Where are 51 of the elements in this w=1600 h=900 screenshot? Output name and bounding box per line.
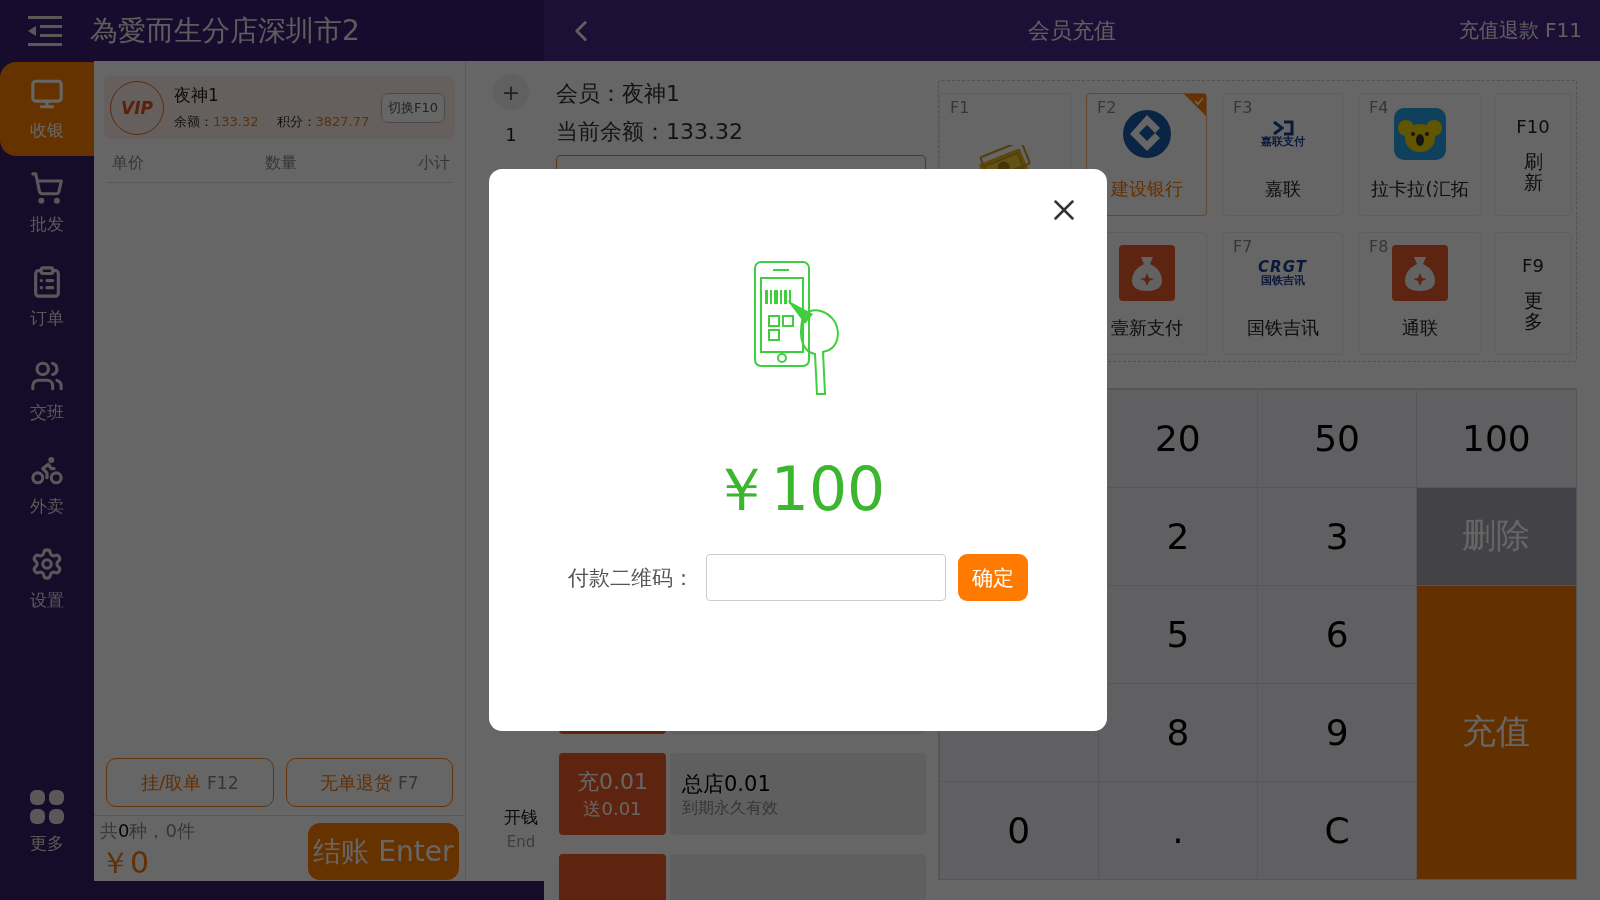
keypad-key[interactable]: 3 bbox=[1257, 486, 1418, 586]
keypad-key[interactable]: 9 bbox=[1257, 682, 1418, 782]
nav-item[interactable]: 设置 bbox=[0, 532, 94, 626]
nav-item[interactable]: 收银 bbox=[0, 62, 94, 156]
side-tile[interactable]: F9 更多 bbox=[1494, 232, 1572, 355]
index-number: 1 bbox=[505, 124, 517, 145]
switch-button[interactable]: 切换F10 bbox=[380, 92, 445, 123]
cart-icon bbox=[30, 170, 64, 205]
koala-icon bbox=[1394, 108, 1446, 160]
check-corner-icon bbox=[1184, 94, 1206, 116]
balance-label: 当前余额：133.32 bbox=[556, 118, 744, 146]
nav-item[interactable]: 交班 bbox=[0, 344, 94, 438]
confirm-button[interactable]: 确定 bbox=[958, 554, 1028, 601]
keypad-key[interactable]: 100 bbox=[1416, 388, 1577, 488]
keypad-key[interactable]: 充值 bbox=[1416, 584, 1577, 880]
page-title: 会员充值 bbox=[1028, 16, 1116, 45]
nav-item[interactable]: 订单 bbox=[0, 250, 94, 344]
settings-icon bbox=[30, 546, 64, 581]
keypad-key[interactable]: 50 bbox=[1257, 388, 1418, 488]
checkout-button[interactable]: 结账 Enter bbox=[308, 823, 459, 880]
store-name: 為愛而生分店深圳市2 bbox=[90, 12, 360, 49]
member-name: 夜神1 bbox=[174, 84, 220, 107]
bank-logo-icon bbox=[1121, 109, 1172, 159]
member-label: 会员：夜神1 bbox=[556, 80, 681, 108]
brand-logo: 嘉联支付 bbox=[1260, 119, 1305, 149]
qr-code-field[interactable] bbox=[706, 554, 946, 601]
field-label: 付款二维码： bbox=[568, 564, 694, 592]
keypad-key[interactable]: . bbox=[1097, 780, 1258, 880]
points-text: 积分：3827.77 bbox=[276, 113, 370, 131]
money-bag-icon bbox=[1118, 245, 1175, 301]
nav-item[interactable]: 外卖 bbox=[0, 438, 94, 532]
keypad-key[interactable]: 0 bbox=[938, 780, 1099, 880]
nav-item[interactable]: 更多 bbox=[0, 775, 94, 869]
keypad-key[interactable]: 8 bbox=[1097, 682, 1258, 782]
package-title: 总店0.01 bbox=[682, 770, 772, 798]
payment-amount: ￥100 bbox=[710, 454, 886, 524]
keypad-key[interactable]: C bbox=[1257, 780, 1418, 880]
add-button[interactable]: + bbox=[493, 74, 529, 110]
menu-icon[interactable] bbox=[28, 15, 62, 46]
keypad-key[interactable]: 6 bbox=[1257, 584, 1418, 684]
charge-amount: 充0.01 bbox=[577, 768, 648, 796]
brand-logo: CRGT 国铁吉讯 bbox=[1258, 258, 1307, 288]
total-amount: ￥0 bbox=[100, 844, 151, 882]
grid-icon bbox=[30, 789, 64, 824]
package-tag[interactable]: 充0.01 送0.01 bbox=[559, 753, 666, 835]
bonus-amount: 送0.01 bbox=[583, 797, 642, 821]
balance-text: 余额：133.32 bbox=[174, 113, 259, 131]
side-tile[interactable]: F10 刷新 bbox=[1494, 93, 1572, 216]
refund-link[interactable]: 充值退款 F11 bbox=[1458, 17, 1582, 44]
money-bag-icon bbox=[1392, 245, 1448, 301]
nav-item[interactable]: 批发 bbox=[0, 156, 94, 250]
